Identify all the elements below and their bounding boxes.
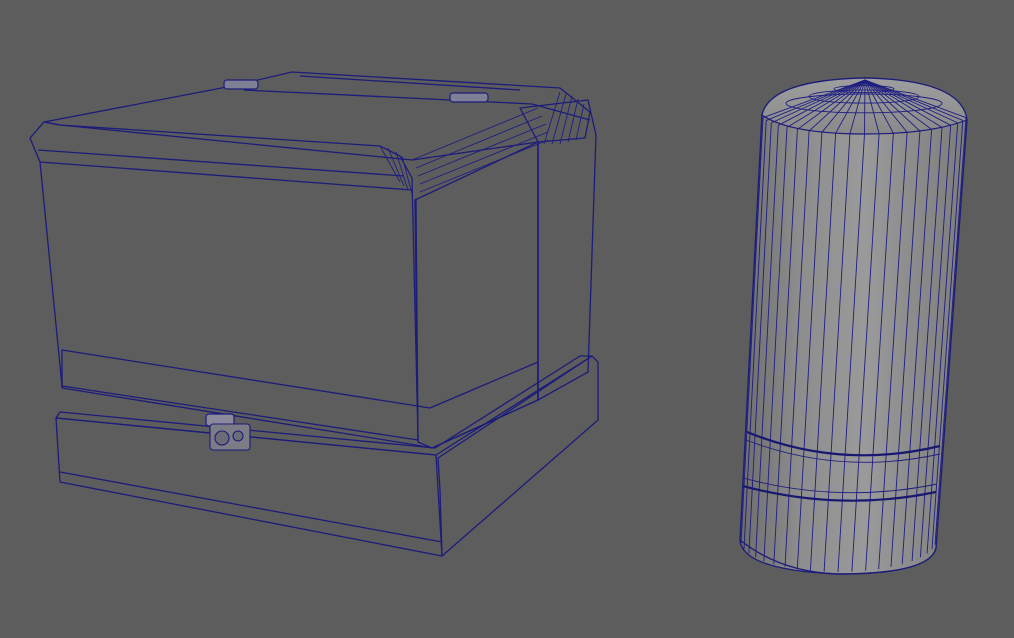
viewport-canvas[interactable] (0, 0, 1014, 638)
capsule-cylinder-mesh[interactable] (739, 77, 968, 575)
cylinder-cap-radial-line (864, 79, 866, 135)
3d-viewport[interactable] (0, 0, 1014, 638)
lid-front-bevel-edge (39, 161, 413, 191)
box-with-lid-mesh[interactable] (29, 71, 599, 557)
body-lower-band (61, 349, 539, 449)
front-latch (205, 413, 251, 451)
hinge-right (449, 92, 489, 103)
lid-top-face (43, 71, 591, 161)
lid-seam-line (243, 89, 591, 121)
base-front-edge (59, 471, 443, 543)
base-top-face (55, 355, 593, 456)
hinge-left (223, 79, 259, 90)
base-side-face (437, 355, 599, 557)
side-bevel-lines (411, 91, 585, 193)
